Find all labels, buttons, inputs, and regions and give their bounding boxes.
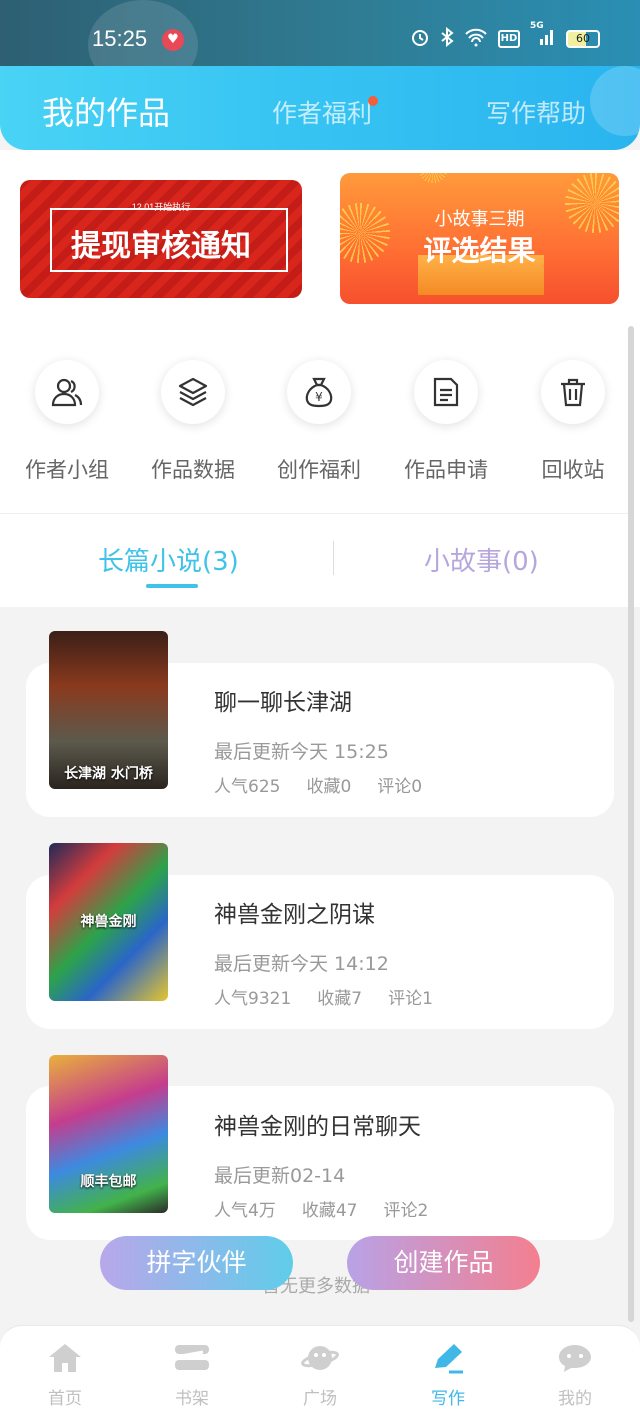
nav-label: 书架	[175, 1389, 209, 1409]
cover-caption: 神兽金刚	[80, 914, 137, 930]
banner-title: 评选结果	[423, 234, 536, 267]
trash-icon	[541, 360, 605, 424]
bottom-navigation: 首页 书架 广场 写作 我的	[0, 1325, 640, 1422]
nav-label: 首页	[48, 1389, 82, 1409]
quick-action-work-data[interactable]: 作品数据	[133, 360, 253, 484]
nav-item-writing[interactable]: 写作	[408, 1342, 488, 1409]
battery-indicator: 60	[566, 30, 600, 48]
tab-separator	[333, 541, 334, 575]
hd-badge: HD	[498, 30, 520, 48]
top-header: 我的作品 作者福利 写作帮助	[0, 66, 640, 150]
tab-my-works[interactable]: 我的作品	[42, 88, 170, 134]
active-tab-indicator	[146, 584, 198, 588]
comments-count: 评论0	[377, 777, 423, 797]
tab-short-stories[interactable]: 小故事(0)	[424, 541, 539, 578]
cover-caption: 顺丰包邮	[80, 1174, 137, 1190]
popularity-count: 人气9321	[214, 989, 292, 1009]
quick-action-label: 回收站	[541, 458, 605, 482]
decorative-bubble	[590, 66, 640, 136]
banner-title: 提现审核通知	[71, 229, 251, 264]
network-type: 5G	[530, 21, 544, 31]
comments-count: 评论1	[388, 989, 433, 1009]
work-cover-image[interactable]: 顺丰包邮	[49, 1055, 168, 1213]
status-time: 15:25	[92, 26, 148, 51]
notification-dot	[368, 96, 378, 106]
bookshelf-icon	[173, 1342, 211, 1374]
cover-caption: 长津湖 水门桥	[64, 766, 153, 782]
banner-story-results[interactable]: 小故事三期 评选结果	[340, 173, 619, 304]
profile-chat-icon	[556, 1342, 594, 1374]
firework-icon	[418, 173, 448, 183]
banner-withdrawal-notice[interactable]: 12.01开始执行 提现审核通知	[20, 180, 302, 298]
work-title[interactable]: 神兽金刚的日常聊天	[214, 1107, 421, 1141]
create-work-button[interactable]: 创建作品	[347, 1236, 540, 1290]
banner-subtitle: 小故事三期	[434, 209, 525, 230]
home-icon	[46, 1342, 84, 1374]
money-bag-icon: ¥	[287, 360, 351, 424]
svg-text:¥: ¥	[315, 390, 323, 404]
alarm-icon	[410, 27, 430, 51]
work-cover-image[interactable]: 长津湖 水门桥	[49, 631, 168, 789]
quick-action-label: 作品数据	[151, 458, 235, 482]
nav-item-plaza[interactable]: 广场	[280, 1342, 360, 1409]
status-bar: 15:25 ♥ HD 5G 60	[0, 0, 640, 90]
comments-count: 评论2	[383, 1201, 429, 1221]
writing-partner-button[interactable]: 拼字伙伴	[100, 1236, 293, 1290]
quick-action-creation-benefits[interactable]: ¥ 创作福利	[259, 360, 379, 484]
notification-heart-icon: ♥	[162, 29, 184, 51]
document-icon	[414, 360, 478, 424]
favorites-count: 收藏0	[306, 777, 352, 797]
quick-action-work-application[interactable]: 作品申请	[386, 360, 506, 484]
nav-item-bookshelf[interactable]: 书架	[152, 1342, 232, 1409]
tab-author-benefits[interactable]: 作者福利	[272, 94, 372, 130]
work-stats: 人气9321 收藏7 评论1	[214, 984, 459, 1009]
quick-action-label: 作者小组	[25, 458, 109, 482]
pen-icon	[429, 1342, 467, 1374]
work-title[interactable]: 神兽金刚之阴谋	[214, 895, 375, 929]
work-updated: 最后更新今天 15:25	[214, 741, 389, 763]
nav-item-home[interactable]: 首页	[25, 1342, 105, 1409]
work-updated: 最后更新02-14	[214, 1165, 346, 1187]
favorites-count: 收藏47	[301, 1201, 358, 1221]
work-cover-image[interactable]: 神兽金刚	[49, 843, 168, 1001]
quick-action-author-group[interactable]: 作者小组	[7, 360, 127, 484]
nav-item-mine[interactable]: 我的	[535, 1342, 615, 1409]
planet-icon	[301, 1342, 339, 1374]
quick-action-label: 创作福利	[277, 458, 361, 482]
nav-label: 我的	[558, 1389, 592, 1409]
signal-icon: 5G	[530, 21, 556, 51]
tab-novels[interactable]: 长篇小说(3)	[98, 541, 239, 578]
favorites-count: 收藏7	[317, 989, 363, 1009]
work-title[interactable]: 聊一聊长津湖	[214, 683, 352, 717]
wifi-icon	[464, 27, 488, 51]
tab-writing-help[interactable]: 写作帮助	[486, 94, 586, 130]
banner-subtitle: 12.01开始执行	[131, 202, 191, 212]
quick-action-recycle-bin[interactable]: 回收站	[513, 360, 633, 484]
bluetooth-icon	[440, 26, 454, 51]
popularity-count: 人气4万	[214, 1201, 276, 1221]
author-group-icon	[35, 360, 99, 424]
popularity-count: 人气625	[214, 777, 281, 797]
quick-action-label: 作品申请	[404, 458, 488, 482]
layers-icon	[161, 360, 225, 424]
work-stats: 人气4万 收藏47 评论2	[214, 1196, 454, 1221]
divider	[0, 513, 628, 514]
work-stats: 人气625 收藏0 评论0	[214, 772, 448, 797]
work-updated: 最后更新今天 14:12	[214, 953, 389, 975]
nav-label: 写作	[431, 1389, 465, 1409]
status-icons: HD 5G 60	[410, 21, 600, 51]
nav-label: 广场	[303, 1389, 337, 1409]
